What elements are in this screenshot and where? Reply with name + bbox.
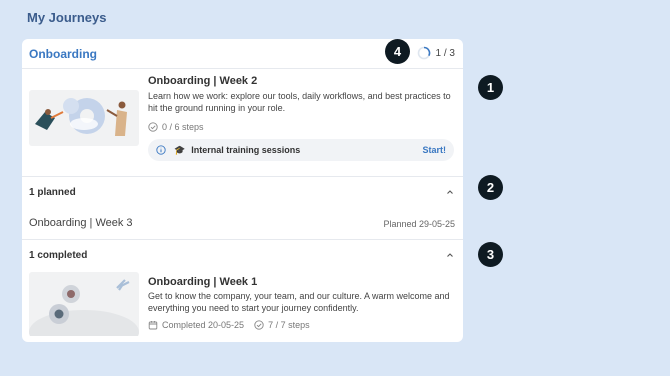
current-step-description: Learn how we work: explore our tools, da… [148, 91, 451, 113]
completed-count: 1 completed [29, 250, 88, 261]
annotation-badge-2: 2 [478, 175, 503, 200]
completed-steps-text: 7 / 7 steps [268, 320, 310, 330]
planned-item-date: Planned 29-05-25 [383, 219, 455, 229]
completed-date: Completed 20-05-25 [162, 320, 245, 330]
training-item[interactable]: 🎓 Internal training sessions Start! [148, 139, 454, 161]
training-label: Internal training sessions [191, 145, 301, 155]
planned-item-name: Onboarding | Week 3 [29, 217, 133, 229]
current-step-section: Onboarding | Week 2 Learn how we work: e… [22, 69, 463, 177]
current-step-title[interactable]: Onboarding | Week 2 [148, 75, 257, 87]
completed-step-meta: Completed 20-05-25 7 / 7 steps [148, 320, 310, 330]
planned-section-header[interactable]: 1 planned [22, 178, 463, 208]
check-circle-icon [254, 320, 264, 330]
annotation-badge-3: 3 [478, 242, 503, 267]
graduation-cap-icon: 🎓 [174, 144, 186, 155]
completed-step-description: Get to know the company, your team, and … [148, 291, 450, 313]
current-step-steps: 0 / 6 steps [148, 122, 204, 132]
week2-illustration [29, 90, 139, 146]
chevron-up-icon[interactable] [445, 250, 455, 260]
planned-count: 1 planned [29, 187, 76, 198]
planned-item[interactable]: Onboarding | Week 3 Planned 29-05-25 [22, 210, 463, 240]
check-circle-icon [148, 122, 158, 132]
start-link[interactable]: Start! [422, 145, 446, 155]
calendar-icon [148, 321, 158, 330]
week1-illustration [29, 272, 139, 342]
completed-step-title[interactable]: Onboarding | Week 1 [148, 276, 257, 288]
page-title: My Journeys [27, 10, 107, 25]
annotation-badge-1: 1 [478, 75, 503, 100]
chevron-up-icon[interactable] [445, 187, 455, 197]
current-steps-text: 0 / 6 steps [162, 122, 204, 132]
journey-progress: 1 / 3 [417, 46, 455, 60]
annotation-badge-4: 4 [385, 39, 410, 64]
progress-text: 1 / 3 [435, 47, 455, 59]
journey-card: Onboarding 1 / 3 Onboarding | Week 2 Lea… [22, 39, 463, 342]
journey-title[interactable]: Onboarding [29, 47, 97, 61]
progress-ring-icon [417, 46, 430, 60]
info-icon [156, 145, 166, 155]
completed-section-header[interactable]: 1 completed [22, 241, 463, 271]
